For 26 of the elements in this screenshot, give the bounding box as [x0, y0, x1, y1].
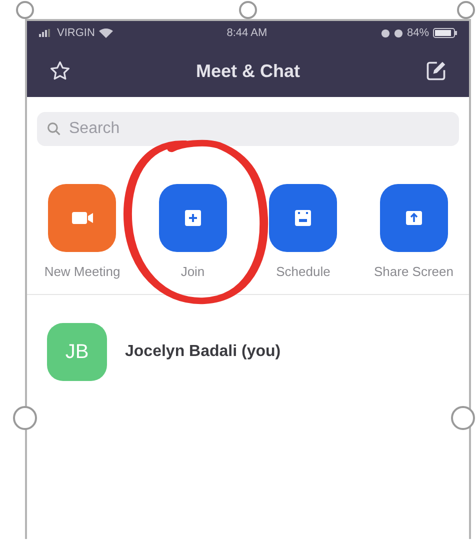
- contact-avatar: JB: [47, 322, 107, 380]
- contact-row[interactable]: JB Jocelyn Badali (you): [27, 318, 469, 384]
- action-button[interactable]: [269, 184, 338, 252]
- star-icon: [49, 60, 71, 82]
- action-button[interactable]: [48, 184, 116, 252]
- contact-name: Jocelyn Badali (you): [125, 342, 281, 362]
- selection-handle[interactable]: [239, 1, 257, 19]
- action-label[interactable]: Schedule: [276, 262, 330, 282]
- header-title: Meet & Chat: [196, 60, 300, 82]
- compose-icon: [424, 60, 447, 82]
- carrier-name: VIRGIN: [57, 26, 95, 41]
- battery-percent: 84%: [406, 26, 429, 41]
- action-button[interactable]: [158, 184, 227, 252]
- selection-handle[interactable]: [13, 406, 37, 430]
- search-icon: [47, 122, 61, 136]
- selection-handle[interactable]: [16, 1, 34, 19]
- action-button[interactable]: [380, 184, 448, 252]
- signal-icon: [39, 29, 53, 37]
- action-label[interactable]: Share Screen: [374, 262, 454, 282]
- battery-icon: [432, 28, 457, 38]
- selection-handle[interactable]: [457, 1, 475, 19]
- action-label[interactable]: Join: [180, 262, 205, 282]
- action-label[interactable]: New Meeting: [44, 262, 120, 282]
- search-field[interactable]: Search: [37, 112, 459, 146]
- wifi-icon: [98, 28, 113, 38]
- status-time: 8:44 AM: [226, 26, 268, 41]
